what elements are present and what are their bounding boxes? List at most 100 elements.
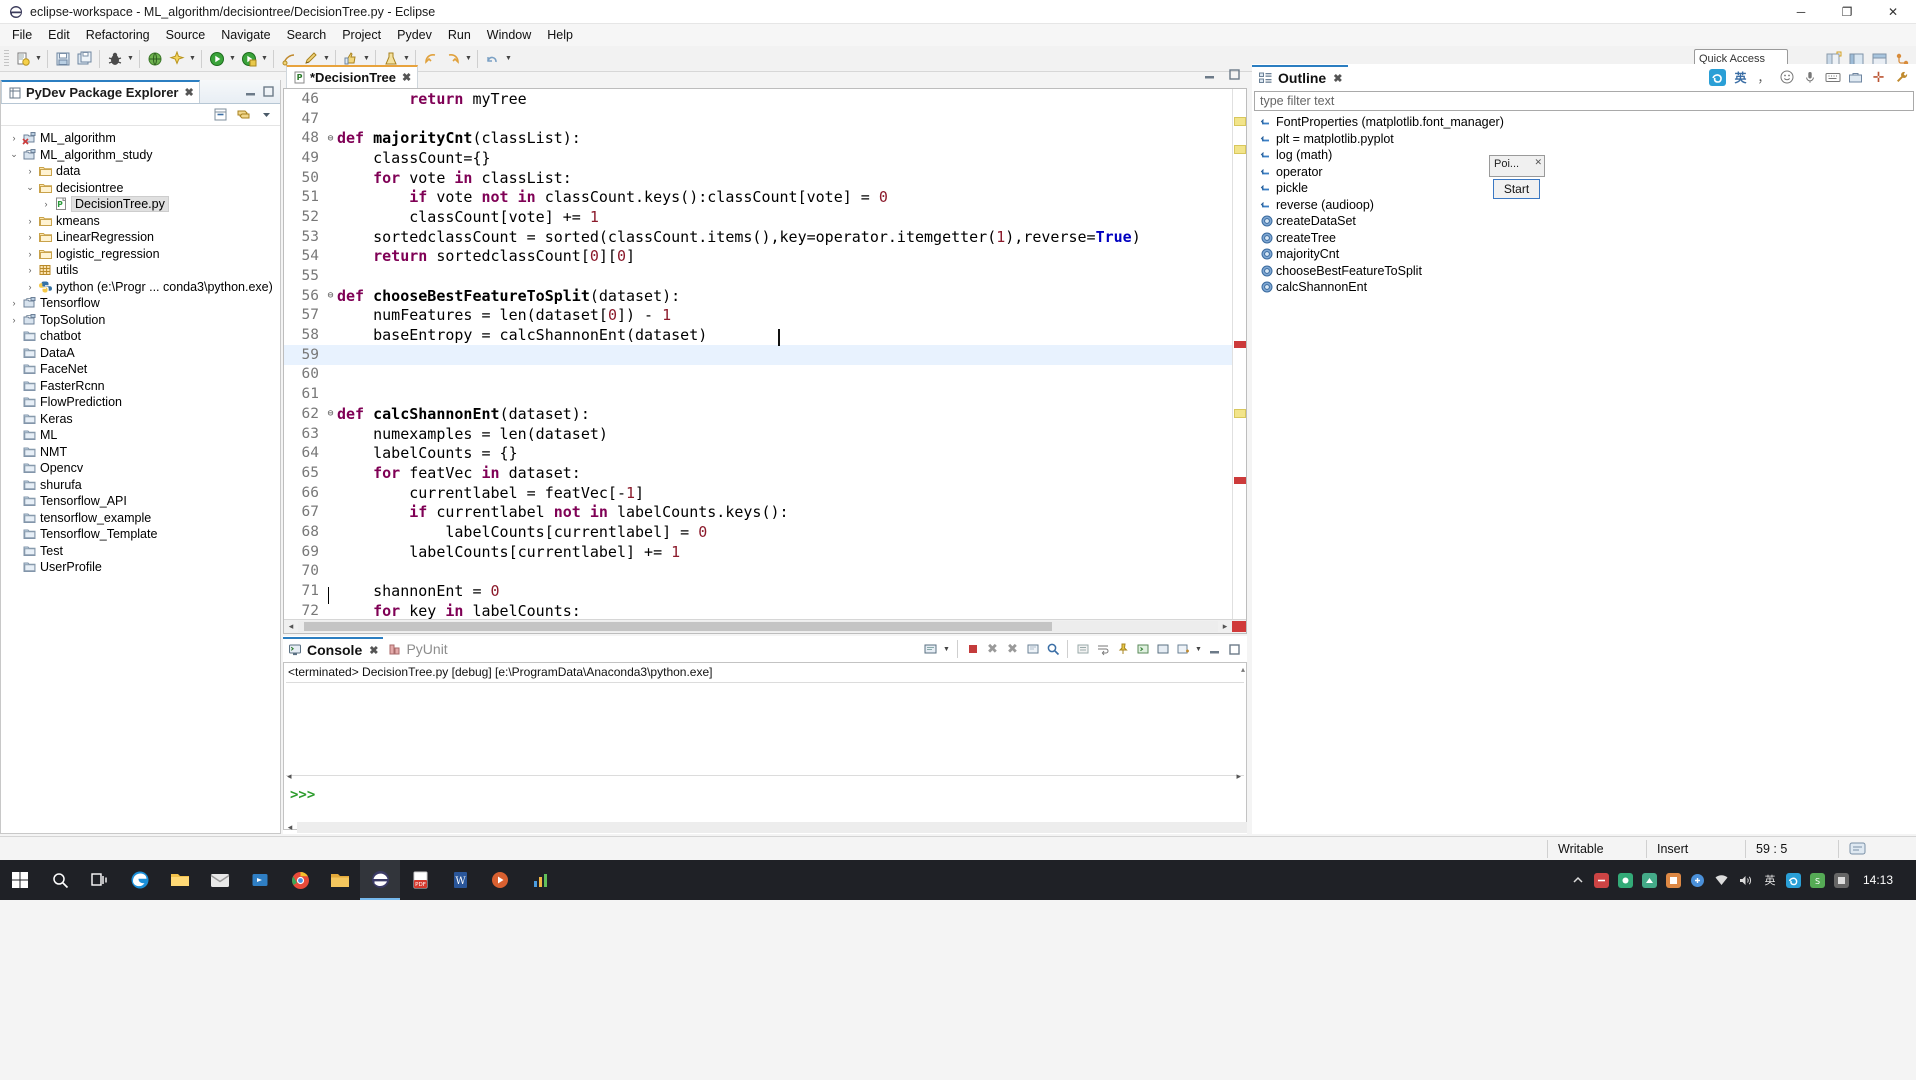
explorer-tree-item[interactable]: › logistic_regression [1, 246, 280, 263]
explorer-tree-item[interactable]: FlowPrediction [1, 394, 280, 411]
expand-arrow-icon[interactable]: › [23, 265, 37, 275]
store-icon[interactable] [240, 860, 280, 900]
outline-list[interactable]: FontProperties (matplotlib.font_manager)… [1252, 111, 1916, 296]
explorer-tree-item[interactable]: ⌄ ML_algorithm_study [1, 147, 280, 164]
fold-toggle-icon[interactable]: ⊖ [324, 408, 337, 419]
explorer-tree-item[interactable]: › data [1, 163, 280, 180]
network-icon[interactable] [1713, 871, 1731, 889]
expand-arrow-icon[interactable]: › [39, 199, 53, 209]
close-button[interactable]: ✕ [1870, 0, 1916, 24]
search-icon[interactable] [40, 860, 80, 900]
menu-pydev[interactable]: Pydev [389, 26, 440, 44]
tab-console[interactable]: Console ✖ [283, 637, 384, 661]
new-console-dropdown-icon[interactable]: ▼ [1194, 639, 1203, 660]
terminate-icon[interactable] [964, 641, 981, 658]
explorer-tree-item[interactable]: Keras [1, 411, 280, 428]
remove-console-icon[interactable]: ✖ [984, 641, 1001, 658]
code-line[interactable]: 54 return sortedclassCount[0][0] [284, 247, 1232, 267]
menu-file[interactable]: File [4, 26, 40, 44]
explorer-tree-item[interactable]: FaceNet [1, 361, 280, 378]
minimize-view-icon[interactable] [243, 84, 258, 99]
code-lines[interactable]: 46 return myTree 47 48 ⊖ def majorityCnt(cla… [284, 89, 1232, 619]
code-line[interactable]: 60 [284, 365, 1232, 385]
floating-popup[interactable]: Poi... ✕ [1489, 155, 1545, 177]
outline-item[interactable]: pickle [1252, 180, 1916, 197]
console-scroll-up-icon[interactable]: ▴ [1241, 665, 1245, 674]
debug-icon[interactable] [104, 48, 125, 69]
explorer-tree-item[interactable]: tensorflow_example [1, 510, 280, 527]
menu-help[interactable]: Help [539, 26, 581, 44]
scroll-left-icon[interactable]: ◂ [284, 621, 298, 632]
wrench-icon[interactable] [1893, 69, 1910, 86]
ruler-warning-mark[interactable] [1234, 145, 1246, 154]
ruler-warning-mark[interactable] [1234, 117, 1246, 126]
sogou-ime-icon[interactable] [1709, 68, 1726, 86]
console-view-icon[interactable] [1154, 641, 1171, 658]
pdf-icon[interactable]: PDF [400, 860, 440, 900]
tab-decisiontree[interactable]: P *DecisionTree ✖ [286, 65, 419, 88]
outline-item[interactable]: operator [1252, 164, 1916, 181]
menu-edit[interactable]: Edit [40, 26, 78, 44]
code-line[interactable]: 67 if currentlabel not in labelCounts.ke… [284, 502, 1232, 522]
expand-arrow-icon[interactable]: › [23, 216, 37, 226]
windows-start-icon[interactable] [0, 860, 40, 900]
minimize-view-icon[interactable] [1203, 68, 1216, 81]
explorer-tree-item[interactable]: › Tensorflow [1, 295, 280, 312]
maximize-view-icon[interactable] [1226, 641, 1243, 658]
code-line[interactable]: 63 numexamples = len(dataset) [284, 424, 1232, 444]
word-icon[interactable]: W [440, 860, 480, 900]
new-dropdown-icon[interactable]: ▼ [34, 48, 43, 69]
explorer-tree-item[interactable]: › LinearRegression [1, 229, 280, 246]
code-line[interactable]: 68 labelCounts[currentlabel] = 0 [284, 522, 1232, 542]
save-all-icon[interactable] [74, 48, 95, 69]
emoji-icon[interactable] [1778, 69, 1795, 86]
menu-window[interactable]: Window [479, 26, 539, 44]
explorer-tree-item[interactable]: ML [1, 427, 280, 444]
ruler-warning-mark[interactable] [1234, 409, 1246, 418]
view-menu-icon[interactable] [259, 107, 274, 122]
outline-item[interactable]: FontProperties (matplotlib.font_manager) [1252, 114, 1916, 131]
menu-run[interactable]: Run [440, 26, 479, 44]
hscroll-thumb[interactable] [304, 622, 1052, 631]
explorer-tree-item[interactable]: Tensorflow_Template [1, 526, 280, 543]
code-line[interactable]: 72 for key in labelCounts: [284, 601, 1232, 619]
console-bottom-scrollbar[interactable]: ◂ [283, 820, 1247, 834]
run-icon[interactable] [206, 48, 227, 69]
explorer-tree-item[interactable]: › kmeans [1, 213, 280, 230]
save-icon[interactable] [52, 48, 73, 69]
code-line[interactable]: 70 [284, 562, 1232, 582]
close-icon[interactable]: ✕ [1534, 157, 1542, 168]
explorer-tree-item[interactable]: Test [1, 543, 280, 560]
expand-arrow-icon[interactable]: › [23, 166, 37, 176]
show-desktop-icon[interactable] [1905, 871, 1910, 889]
outline-item[interactable]: createDataSet [1252, 213, 1916, 230]
code-line[interactable]: 56 ⊖ def chooseBestFeatureToSplit(dataset)… [284, 286, 1232, 306]
code-line[interactable]: 69 labelCounts[currentlabel] += 1 [284, 542, 1232, 562]
close-icon[interactable]: ✖ [402, 71, 411, 84]
outline-item[interactable]: majorityCnt [1252, 246, 1916, 263]
outline-item[interactable]: reverse (audioop) [1252, 197, 1916, 214]
code-line[interactable]: 49 classCount={} [284, 148, 1232, 168]
code-line[interactable]: 71 shannonEnt = 0 [284, 581, 1232, 601]
run-config-icon[interactable] [238, 48, 259, 69]
debug-dropdown-icon[interactable]: ▼ [126, 48, 135, 69]
tray-app5-icon[interactable] [1689, 871, 1707, 889]
eclipse-icon[interactable] [360, 860, 400, 900]
code-line[interactable]: 66 currentlabel = featVec[-1] [284, 483, 1232, 503]
code-line[interactable]: 64 labelCounts = {} [284, 443, 1232, 463]
explorer-tree-item[interactable]: Tensorflow_API [1, 493, 280, 510]
close-icon[interactable]: ✖ [184, 86, 193, 99]
overview-ruler[interactable] [1232, 89, 1246, 619]
hscroll-track[interactable] [298, 621, 1218, 632]
add-icon[interactable]: ✛ [1870, 69, 1887, 86]
code-line[interactable]: 52 classCount[vote] += 1 [284, 207, 1232, 227]
sparkle-icon[interactable] [166, 48, 187, 69]
explorer-tree-item[interactable]: chatbot [1, 328, 280, 345]
sparkle-dropdown-icon[interactable]: ▼ [188, 48, 197, 69]
outline-item[interactable]: createTree [1252, 230, 1916, 247]
console-body[interactable]: <terminated> DecisionTree.py [debug] [e:… [283, 662, 1247, 830]
expand-arrow-icon[interactable]: › [23, 249, 37, 259]
code-line[interactable]: 48 ⊖ def majorityCnt(classList): [284, 128, 1232, 148]
outline-item[interactable]: calcShannonEnt [1252, 279, 1916, 296]
outline-filter-input[interactable]: type filter text [1254, 91, 1914, 111]
